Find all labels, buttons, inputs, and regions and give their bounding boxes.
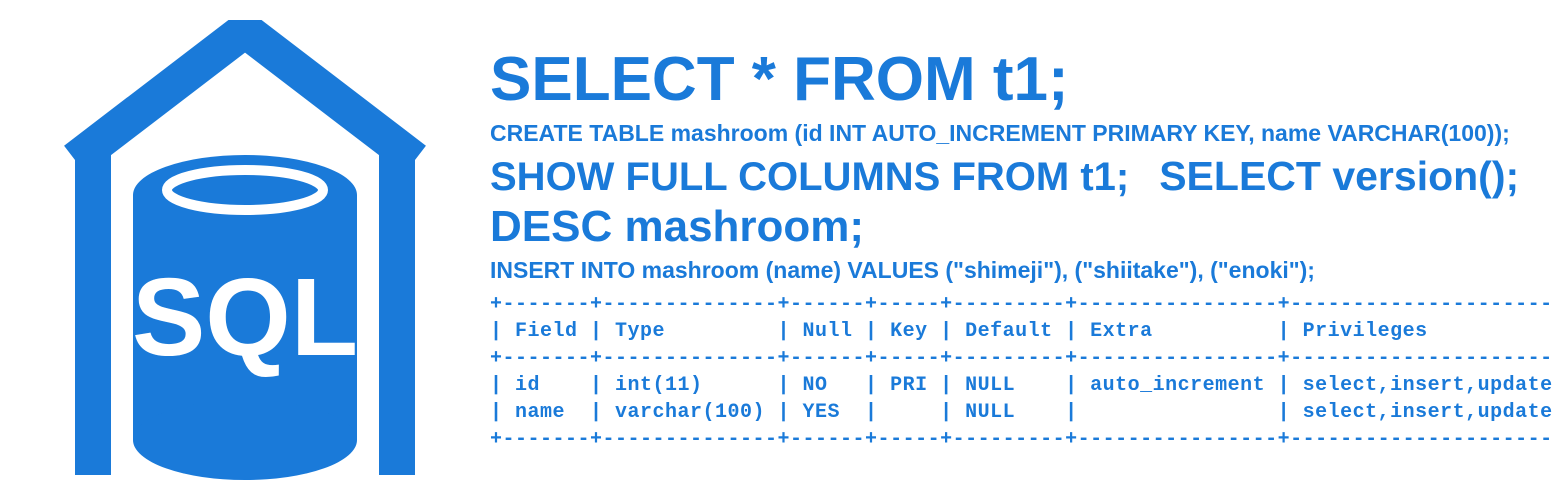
- table-border-bottom: +-------+--------------+------+-----+---…: [490, 428, 1554, 451]
- query-select-all: SELECT * FROM t1;: [490, 47, 1554, 112]
- logo-text: SQL: [132, 256, 358, 379]
- table-header-row: | Field | Type | Null | Key | Default | …: [490, 320, 1554, 343]
- table-row: | id | int(11) | NO | PRI | NULL | auto_…: [490, 374, 1554, 397]
- query-insert: INSERT INTO mashroom (name) VALUES ("shi…: [490, 257, 1554, 285]
- table-border-mid: +-------+--------------+------+-----+---…: [490, 347, 1554, 370]
- query-create-table: CREATE TABLE mashroom (id INT AUTO_INCRE…: [490, 120, 1554, 148]
- query-select-version: SELECT version();: [1159, 154, 1519, 199]
- result-table: +-------+--------------+------+-----+---…: [490, 291, 1554, 453]
- table-row: | name | varchar(100) | YES | | NULL | |…: [490, 401, 1554, 424]
- sql-house-database-icon: SQL: [35, 20, 455, 480]
- query-show-columns: SHOW FULL COLUMNS FROM t1;: [490, 155, 1129, 199]
- query-desc: DESC mashroom;: [490, 203, 1554, 251]
- sql-examples: SELECT * FROM t1; CREATE TABLE mashroom …: [460, 47, 1554, 453]
- sql-logo: SQL: [30, 20, 460, 480]
- table-border-top: +-------+--------------+------+-----+---…: [490, 293, 1554, 316]
